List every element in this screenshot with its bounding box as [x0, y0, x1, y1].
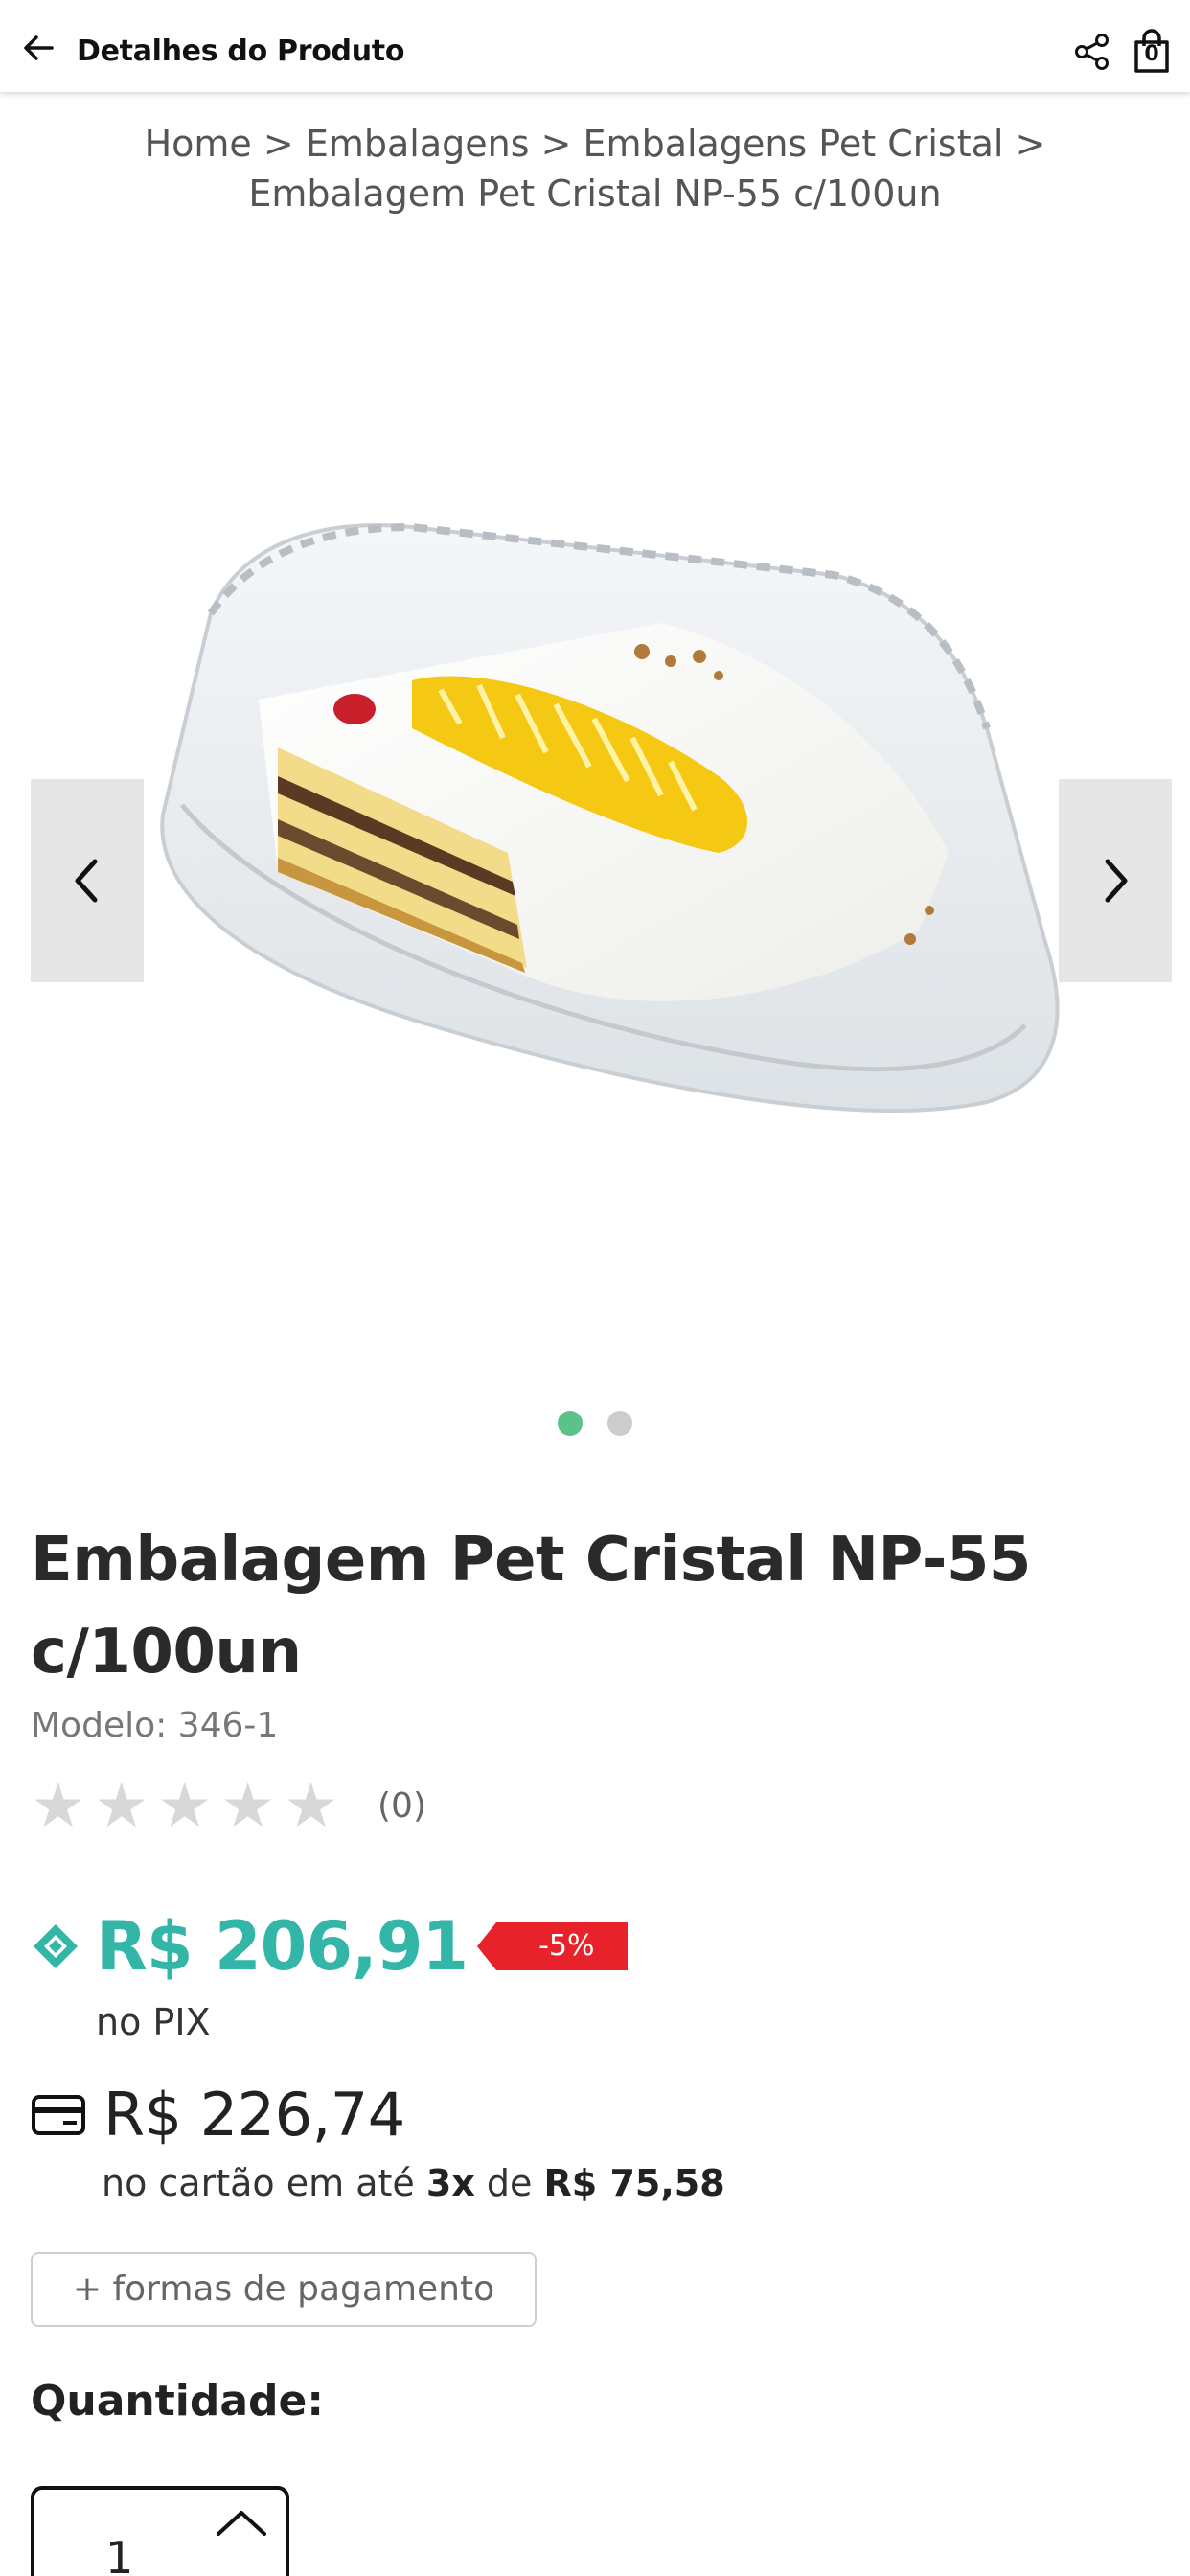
breadcrumb-separator: >: [1015, 123, 1046, 165]
share-icon: [1075, 34, 1109, 70]
carousel-next-button[interactable]: [1059, 779, 1172, 982]
chevron-left-icon: [75, 859, 98, 903]
card-price-row: R$ 226,74: [31, 2080, 405, 2150]
star-icon: ★: [31, 1771, 86, 1840]
share-button[interactable]: [1073, 33, 1111, 71]
quantity-label: Quantidade:: [31, 2377, 324, 2426]
pix-price-row: R$ 206,91 -5%: [31, 1907, 628, 1986]
chevron-right-icon: [1105, 859, 1128, 903]
installment-count: 3x: [425, 2162, 475, 2204]
product-rating[interactable]: ★ ★ ★ ★ ★ (0): [31, 1775, 426, 1836]
payment-options-button[interactable]: + formas de pagamento: [31, 2252, 537, 2327]
breadcrumb-item-pet-cristal[interactable]: Embalagens Pet Cristal: [584, 123, 1004, 165]
pix-label: no PIX: [96, 2001, 211, 2043]
breadcrumb: Home > Embalagens > Embalagens Pet Crist…: [57, 119, 1133, 218]
breadcrumb-item-embalagens[interactable]: Embalagens: [306, 123, 530, 165]
rating-count: (0): [378, 1785, 426, 1826]
breadcrumb-separator: >: [540, 123, 572, 165]
carousel-dot[interactable]: [607, 1411, 632, 1436]
product-image-carousel[interactable]: [0, 240, 1190, 1390]
pix-icon: [34, 1924, 78, 1968]
installment-value: R$ 75,58: [543, 2162, 725, 2204]
carousel-pagination: [0, 1411, 1190, 1436]
card-installments: no cartão em até 3x de R$ 75,58: [102, 2162, 725, 2204]
card-price: R$ 226,74: [103, 2080, 405, 2150]
product-model: Modelo: 346-1: [31, 1706, 279, 1745]
quantity-stepper[interactable]: 1: [31, 2486, 289, 2576]
breadcrumb-item-current: Embalagem Pet Cristal NP-55 c/100un: [248, 172, 942, 215]
chevron-up-icon[interactable]: [213, 2505, 270, 2543]
breadcrumb-separator: >: [263, 123, 294, 165]
pix-price: R$ 206,91: [96, 1907, 469, 1986]
quantity-value[interactable]: 1: [105, 2532, 133, 2576]
product-image: [160, 522, 1060, 1113]
discount-badge: -5%: [477, 1922, 628, 1970]
product-title: Embalagem Pet Cristal NP-55 c/100un: [31, 1525, 1031, 1688]
star-icon: ★: [157, 1771, 213, 1840]
star-icon: ★: [220, 1771, 276, 1840]
app-header: Detalhes do Produto 0: [0, 0, 1190, 92]
breadcrumb-item-home[interactable]: Home: [145, 123, 252, 165]
page-title: Detalhes do Produto: [77, 34, 405, 68]
credit-card-icon: [32, 2094, 85, 2135]
star-icon: ★: [284, 1771, 339, 1840]
arrow-left-icon: [24, 35, 54, 60]
cart-count-badge: 0: [1144, 42, 1159, 66]
star-icon: ★: [94, 1771, 149, 1840]
back-button[interactable]: [19, 29, 57, 67]
carousel-prev-button[interactable]: [31, 779, 144, 982]
cart-button[interactable]: 0: [1131, 29, 1173, 75]
carousel-dot-active[interactable]: [558, 1411, 583, 1436]
